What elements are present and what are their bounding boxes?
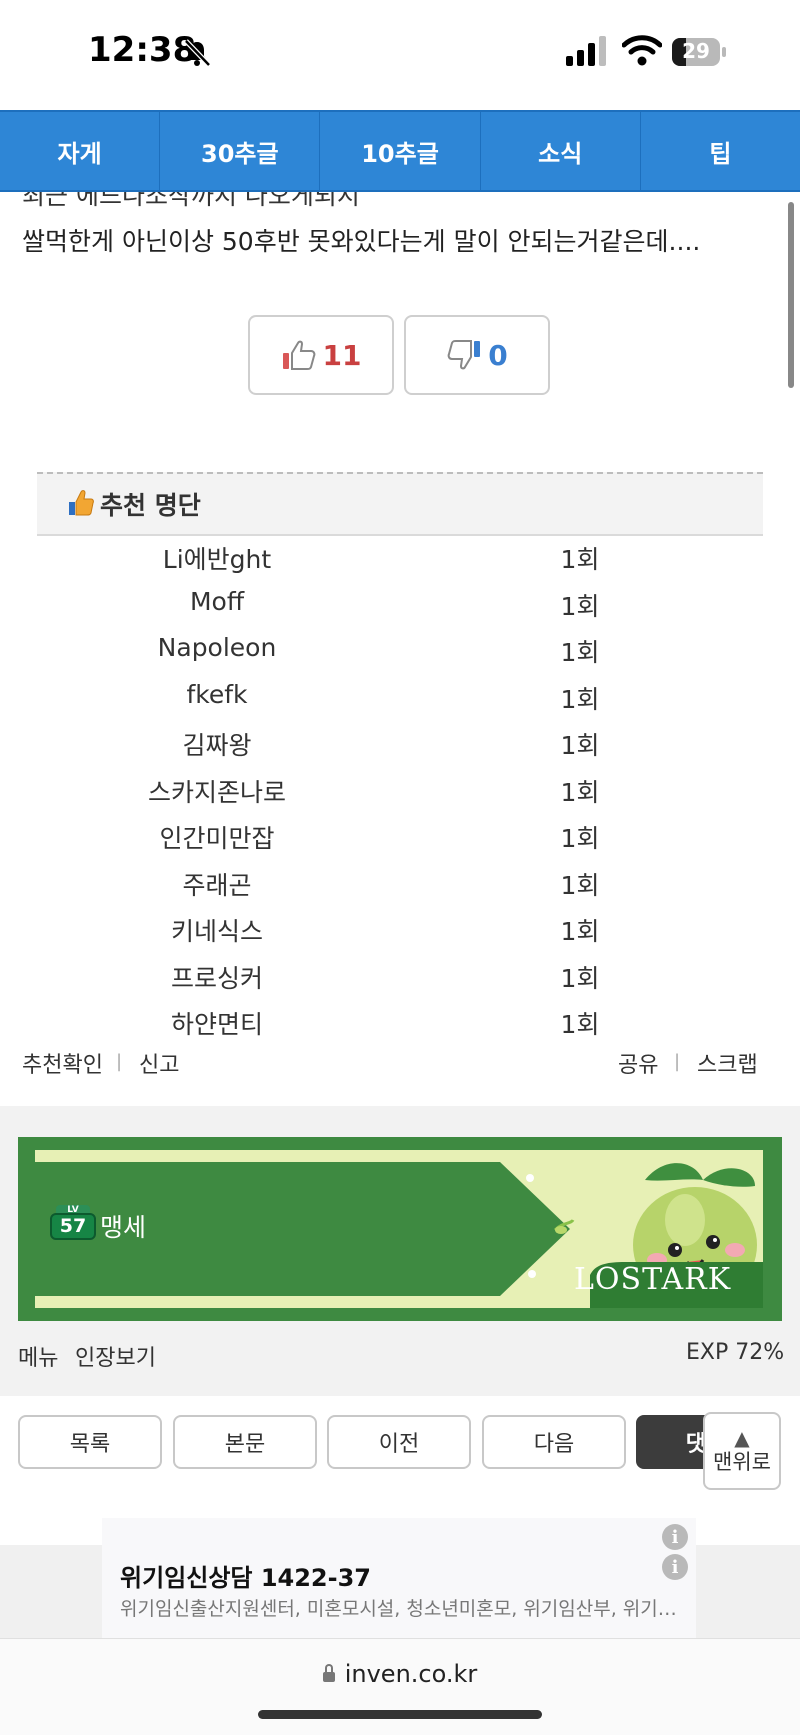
recommend-count: 1회 [560,638,600,667]
recommender-name[interactable]: fkefk [37,680,397,709]
wifi-icon [622,35,662,66]
level-number: 57 [59,1215,87,1237]
tab-tips[interactable]: 팁 [641,112,800,190]
tab-news[interactable]: 소식 [481,112,641,190]
home-indicator[interactable] [258,1710,542,1719]
scrap-link[interactable]: 스크랩 [697,1047,758,1079]
url-display[interactable]: inven.co.kr [0,1660,800,1688]
recommender-name[interactable]: 스카지존나로 [37,773,397,809]
exp-value: EXP 72% [686,1340,785,1365]
author-name[interactable]: 맹세 [100,1208,146,1244]
upvote-button[interactable]: 11 [248,315,394,395]
article-text-line: 쌀먹한게 아닌이상 50후반 못와있다는게 말이 안되는거같은데.... [22,227,701,256]
recommender-name[interactable]: 인간미만잡 [37,819,397,855]
lostark-logo: LOSTARK [574,1262,732,1297]
recommend-count: 1회 [560,778,600,807]
recommender-name[interactable]: Li에반ght [37,540,397,576]
recommend-count: 1회 [560,731,600,760]
view-signature-link[interactable]: 인장보기 [75,1340,156,1372]
thumbs-down-icon [447,340,481,370]
ad-title[interactable]: 위기임신상담 1422-37 [120,1558,371,1593]
tab-30-recommended[interactable]: 30추글 [160,112,321,190]
prev-button[interactable]: 이전 [327,1415,471,1469]
next-button[interactable]: 다음 [482,1415,626,1469]
recommend-count: 1회 [560,1010,600,1039]
recommender-name[interactable]: 주래곤 [37,866,397,902]
recommend-list-title: 추천 명단 [100,491,201,520]
thumbs-up-icon [282,340,315,370]
downvote-count: 0 [488,338,508,372]
scroll-top-label: 맨위로 [713,1450,771,1475]
url-text: inven.co.kr [344,1660,478,1688]
level-tag: LV [67,1205,79,1215]
recommend-count: 1회 [560,545,600,574]
downvote-button[interactable]: 0 [404,315,550,395]
link-separator: | [674,1051,681,1072]
battery-icon: 29 [672,38,728,66]
ad-info-icon[interactable]: i [662,1554,688,1580]
recommender-name[interactable]: Moff [37,587,397,616]
tab-10-recommended[interactable]: 10추글 [320,112,481,190]
share-link[interactable]: 공유 [618,1047,658,1079]
lock-icon [322,1664,335,1682]
recommend-check-link[interactable]: 추천확인 [22,1047,103,1079]
author-menu-link[interactable]: 메뉴 [18,1340,58,1372]
recommender-name[interactable]: 키네식스 [37,912,397,948]
cellular-signal-icon [566,36,606,66]
recommender-name[interactable]: 하얀면티 [37,1005,397,1041]
recommender-name[interactable]: Napoleon [37,633,397,662]
bell-muted-icon [184,39,211,67]
ad-subtitle: 위기임신출산지원센터, 미혼모시설, 청소년미혼모, 위기임산부, 위기… [120,1598,677,1620]
recommend-count: 1회 [560,964,600,993]
up-arrow-icon: ▲ [734,1426,750,1451]
level-badge: LV 57 [50,1205,96,1241]
link-separator: | [116,1051,123,1072]
page-scrollbar[interactable] [788,202,794,388]
recommender-name[interactable]: 김짜왕 [37,726,397,762]
report-link[interactable]: 신고 [139,1047,179,1079]
recommender-name[interactable]: 프로싱커 [37,959,397,995]
body-button[interactable]: 본문 [173,1415,317,1469]
thumbs-up-icon [69,490,94,516]
ad-info-icon[interactable]: i [662,1524,688,1550]
tab-free-board[interactable]: 자게 [0,112,161,190]
category-tab-bar: 자게 30추글 10추글 소식 팁 [0,110,800,192]
battery-percentage: 29 [682,39,710,63]
recommend-count: 1회 [560,824,600,853]
recommend-count: 1회 [560,871,600,900]
recommend-count: 1회 [560,592,600,621]
scroll-top-button[interactable]: ▲ 맨위로 [703,1412,781,1490]
list-button[interactable]: 목록 [18,1415,162,1469]
upvote-count: 11 [322,338,362,372]
recommend-count: 1회 [560,685,600,714]
clock: 12:38 [88,30,197,70]
recommend-count: 1회 [560,917,600,946]
